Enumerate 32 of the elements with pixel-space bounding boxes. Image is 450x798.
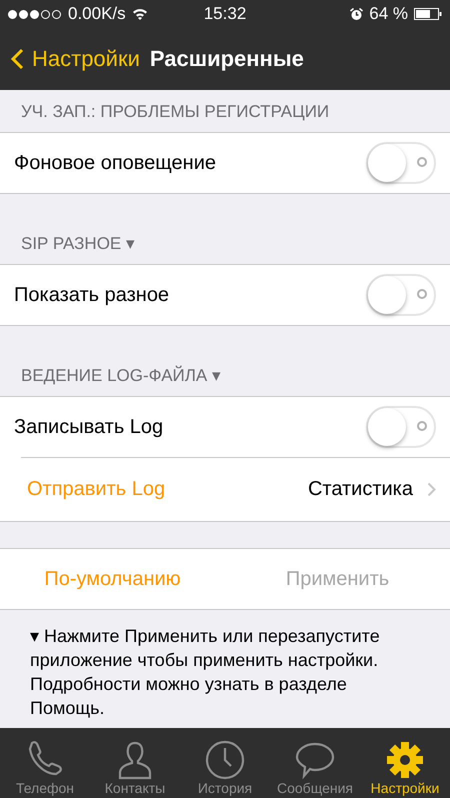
setting-label: Фоновое оповещение bbox=[14, 152, 217, 174]
chevron-right-icon bbox=[427, 482, 436, 497]
setting-label: Показать разное bbox=[14, 284, 170, 306]
section-header: УЧ. ЗАП.: ПРОБЛЕМЫ РЕГИСТРАЦИИ bbox=[21, 102, 330, 122]
tab-item[interactable]: Сообщения bbox=[270, 728, 360, 798]
screen-title: Расширенные bbox=[150, 46, 304, 72]
tab-item[interactable]: Телефон bbox=[0, 728, 90, 798]
alarm-icon bbox=[350, 8, 364, 20]
clock-icon bbox=[204, 740, 246, 780]
toggle-switch[interactable] bbox=[366, 142, 436, 184]
gear-icon bbox=[384, 740, 426, 780]
battery-icon bbox=[414, 8, 442, 20]
network-speed: 0.00K/s bbox=[68, 4, 126, 24]
clock-time: 15:32 bbox=[204, 4, 246, 24]
chevron-left-icon bbox=[10, 48, 24, 70]
wifi-icon bbox=[132, 8, 148, 20]
back-button[interactable]: Настройки bbox=[10, 46, 140, 72]
speech-bubble-icon bbox=[294, 740, 336, 780]
section-header: ВЕДЕНИЕ LOG-ФАЙЛА ▾ bbox=[21, 365, 221, 386]
tab-item[interactable]: Настройки bbox=[360, 728, 450, 798]
toggle-switch[interactable] bbox=[366, 274, 436, 316]
signal-icon bbox=[8, 10, 62, 18]
tab-item[interactable]: История bbox=[180, 728, 270, 798]
tab-item[interactable]: Контакты bbox=[90, 728, 180, 798]
help-note: ▾ Нажмите Применить или перезапустите приложение чтобы применить настройки. Подробности можно узнать в разделе Помощь. bbox=[29, 625, 381, 720]
row-value: Статистика bbox=[308, 478, 413, 501]
toggle-switch[interactable] bbox=[366, 406, 436, 448]
setting-label: Записывать Log bbox=[14, 416, 164, 438]
action-button[interactable]: По-умолчанию bbox=[0, 566, 225, 592]
battery-percent: 64 % bbox=[369, 4, 408, 24]
section-header: SIP РАЗНОЕ ▾ bbox=[21, 233, 135, 254]
send-log-link[interactable]: Отправить Log bbox=[27, 478, 166, 501]
